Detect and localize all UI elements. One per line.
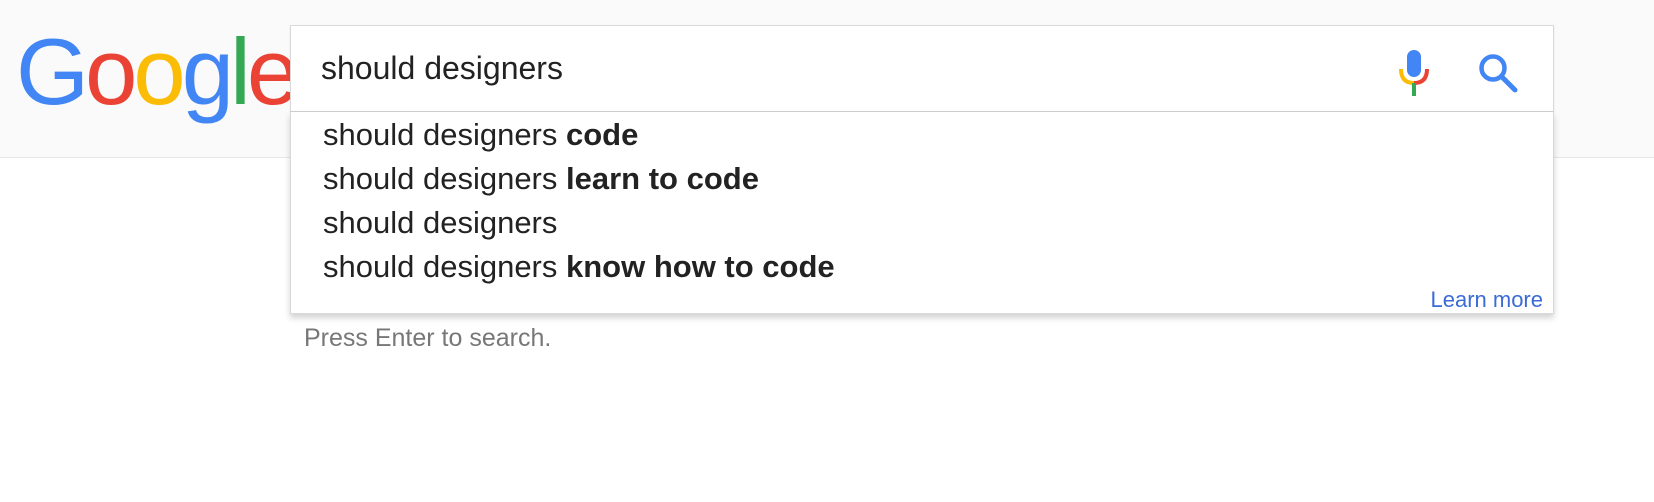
suggestion-item[interactable]: should designers <box>323 201 557 245</box>
search-box <box>290 25 1554 112</box>
search-input[interactable] <box>321 46 1321 90</box>
suggestion-completion: learn to code <box>566 161 759 196</box>
suggestion-item[interactable]: should designers learn to code <box>323 157 759 201</box>
suggestion-item[interactable]: should designers know how to code <box>323 245 835 289</box>
logo-letter-o1: o <box>85 19 137 124</box>
logo-letter-g: G <box>16 19 89 124</box>
logo-letter-g2: g <box>181 19 234 124</box>
suggestions-dropdown: should designers code should designers l… <box>290 112 1554 314</box>
suggestion-prefix: should designers <box>323 161 566 196</box>
press-enter-hint: Press Enter to search. <box>304 324 552 352</box>
logo-letter-l: l <box>229 19 251 124</box>
learn-more-link[interactable]: Learn more <box>1430 287 1543 313</box>
google-logo[interactable]: Google <box>16 19 299 124</box>
suggestion-prefix: should designers <box>323 117 566 152</box>
logo-letter-e: e <box>246 19 299 124</box>
search-icon[interactable] <box>1477 52 1519 94</box>
logo-letter-o2: o <box>133 19 185 124</box>
suggestion-prefix: should designers <box>323 205 558 240</box>
suggestion-prefix: should designers <box>323 249 566 284</box>
suggestion-item[interactable]: should designers code <box>323 113 638 157</box>
suggestion-completion: know how to code <box>566 249 835 284</box>
suggestion-completion: code <box>566 117 639 152</box>
microphone-icon[interactable] <box>1396 50 1432 96</box>
